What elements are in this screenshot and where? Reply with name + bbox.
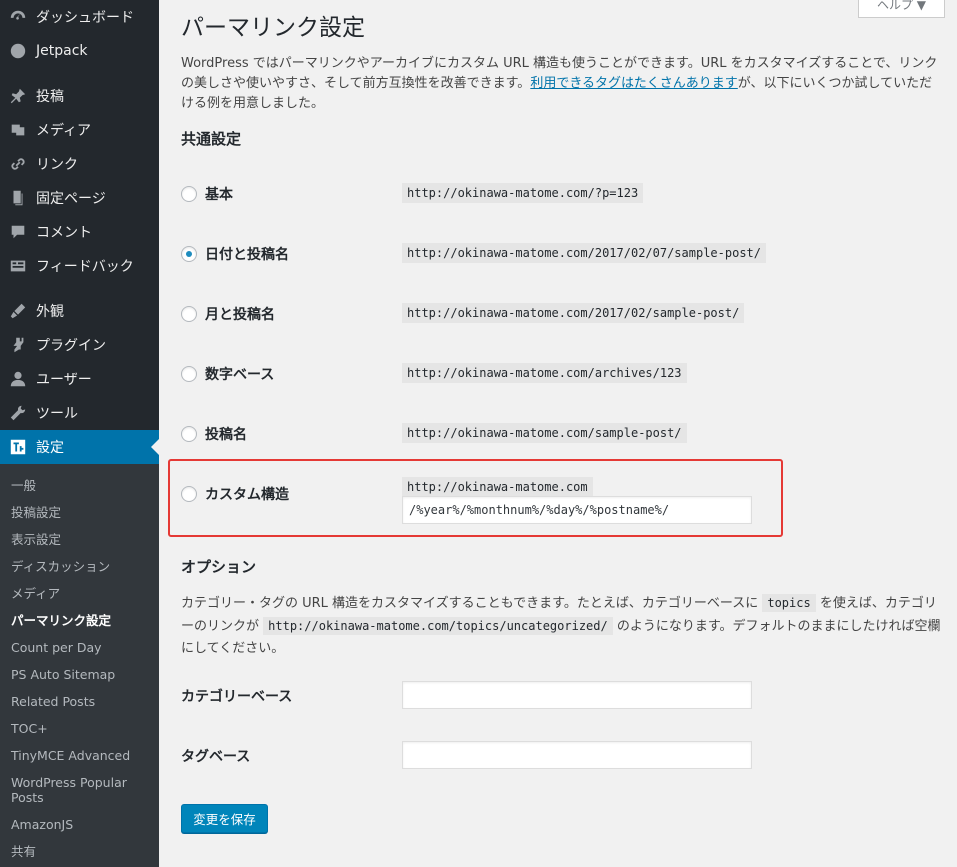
menu-links[interactable]: リンク <box>0 147 159 181</box>
code-category-url: http://okinawa-matome.com/topics/uncateg… <box>263 617 613 635</box>
help-tab[interactable]: ヘルプ ▼ <box>858 0 945 18</box>
radio-month-name[interactable] <box>181 306 197 322</box>
menu-label: ユーザー <box>36 372 92 388</box>
option-label: 日付と投稿名 <box>205 247 289 263</box>
dashboard-icon <box>0 8 36 26</box>
radio-post-name[interactable] <box>181 426 197 442</box>
radio-day-name[interactable] <box>181 246 197 262</box>
submenu-related-posts[interactable]: Related Posts <box>11 694 151 709</box>
example-numeric: http://okinawa-matome.com/archives/123 <box>402 363 687 383</box>
menu-media[interactable]: メディア <box>0 113 159 147</box>
menu-jetpack[interactable]: Jetpack <box>0 34 159 68</box>
link-icon <box>0 155 36 173</box>
submenu-count-per-day[interactable]: Count per Day <box>11 640 151 655</box>
menu-dashboard[interactable]: ダッシュボード <box>0 0 159 34</box>
menu-label: フィードバック <box>36 259 134 275</box>
example-custom-base: http://okinawa-matome.com <box>402 477 593 497</box>
submenu-writing[interactable]: 投稿設定 <box>11 505 151 520</box>
menu-label: 設定 <box>36 440 64 456</box>
menu-posts[interactable]: 投稿 <box>0 79 159 113</box>
feedback-icon <box>0 257 36 275</box>
menu-label: メディア <box>36 123 92 139</box>
menu-comments[interactable]: コメント <box>0 215 159 249</box>
menu-users[interactable]: ユーザー <box>0 362 159 396</box>
main-content: ヘルプ ▼ パーマリンク設定 WordPress ではパーマリンクやアーカイブに… <box>159 0 957 867</box>
option-custom[interactable]: カスタム構造 <box>181 484 289 504</box>
menu-label: プラグイン <box>36 338 106 354</box>
category-base-input[interactable] <box>402 681 752 709</box>
jetpack-icon <box>0 42 36 60</box>
menu-feedback[interactable]: フィードバック <box>0 249 159 283</box>
menu-pages[interactable]: 固定ページ <box>0 181 159 215</box>
page-icon <box>0 189 36 207</box>
tag-base-input[interactable] <box>402 741 752 769</box>
submenu-toc-plus[interactable]: TOC+ <box>11 721 151 736</box>
option-plain[interactable]: 基本 <box>181 184 233 204</box>
submenu-media[interactable]: メディア <box>11 586 151 601</box>
menu-settings[interactable]: 設定 <box>0 430 159 464</box>
option-label: 投稿名 <box>205 427 247 443</box>
category-base-label: カテゴリーベース <box>181 689 293 705</box>
menu-tools[interactable]: ツール <box>0 396 159 430</box>
option-label: カスタム構造 <box>205 487 289 503</box>
submenu-sharing[interactable]: 共有 <box>11 844 151 859</box>
menu-appearance[interactable]: 外観 <box>0 294 159 328</box>
save-changes-button[interactable]: 変更を保存 <box>181 804 268 833</box>
option-month-name[interactable]: 月と投稿名 <box>181 304 275 324</box>
radio-numeric[interactable] <box>181 366 197 382</box>
menu-label: Jetpack <box>36 43 88 59</box>
option-label: 月と投稿名 <box>205 307 275 323</box>
custom-structure-input[interactable] <box>402 496 752 524</box>
example-day-name: http://okinawa-matome.com/2017/02/07/sam… <box>402 243 767 263</box>
menu-label: 外観 <box>36 304 64 320</box>
submenu-tinymce-advanced[interactable]: TinyMCE Advanced <box>11 748 151 763</box>
appearance-icon <box>0 302 36 320</box>
intro-text: WordPress ではパーマリンクやアーカイブにカスタム URL 構造も使うこ… <box>181 54 941 114</box>
comment-icon <box>0 223 36 241</box>
desc-part: カテゴリー・タグの URL 構造をカスタマイズすることもできます。たとえば、カテ… <box>181 596 759 611</box>
tag-base-label: タグベース <box>181 749 251 765</box>
submenu-ps-auto-sitemap[interactable]: PS Auto Sitemap <box>11 667 151 682</box>
pin-icon <box>0 87 36 105</box>
option-label: 数字ベース <box>205 367 275 383</box>
settings-icon <box>0 438 36 456</box>
menu-label: ダッシュボード <box>36 10 134 26</box>
wrench-icon <box>0 404 36 422</box>
menu-label: コメント <box>36 225 92 241</box>
option-label: 基本 <box>205 187 233 203</box>
menu-label: リンク <box>36 157 78 173</box>
submenu-general[interactable]: 一般 <box>11 478 151 493</box>
optional-description: カテゴリー・タグの URL 構造をカスタマイズすることもできます。たとえば、カテ… <box>181 592 941 660</box>
submenu-discussion[interactable]: ディスカッション <box>11 559 151 574</box>
example-post-name: http://okinawa-matome.com/sample-post/ <box>402 423 687 443</box>
example-plain: http://okinawa-matome.com/?p=123 <box>402 183 644 203</box>
optional-title: オプション <box>181 558 257 576</box>
radio-custom[interactable] <box>181 486 197 502</box>
media-icon <box>0 121 36 139</box>
plugin-icon <box>0 336 36 354</box>
option-day-name[interactable]: 日付と投稿名 <box>181 244 289 264</box>
example-month-name: http://okinawa-matome.com/2017/02/sample… <box>402 303 745 323</box>
page-title: パーマリンク設定 <box>181 15 365 41</box>
common-settings-title: 共通設定 <box>181 130 242 148</box>
submenu-permalink[interactable]: パーマリンク設定 <box>11 613 151 628</box>
user-icon <box>0 370 36 388</box>
submenu-reading[interactable]: 表示設定 <box>11 532 151 547</box>
menu-label: 投稿 <box>36 89 64 105</box>
option-post-name[interactable]: 投稿名 <box>181 424 247 444</box>
menu-label: ツール <box>36 406 78 422</box>
radio-plain[interactable] <box>181 186 197 202</box>
option-numeric[interactable]: 数字ベース <box>181 364 274 384</box>
code-topics: topics <box>762 594 816 612</box>
available-tags-link[interactable]: 利用できるタグはたくさんあります <box>530 76 737 91</box>
settings-submenu: 一般 投稿設定 表示設定 ディスカッション メディア パーマリンク設定 Coun… <box>0 464 159 867</box>
submenu-amazonjs[interactable]: AmazonJS <box>11 817 151 832</box>
menu-label: 固定ページ <box>36 191 106 207</box>
menu-plugins[interactable]: プラグイン <box>0 328 159 362</box>
submenu-wordpress-popular-posts[interactable]: WordPress Popular Posts <box>11 775 151 805</box>
admin-sidebar: ダッシュボード Jetpack 投稿 メディア リンク 固定ページ コメント フ… <box>0 0 159 867</box>
